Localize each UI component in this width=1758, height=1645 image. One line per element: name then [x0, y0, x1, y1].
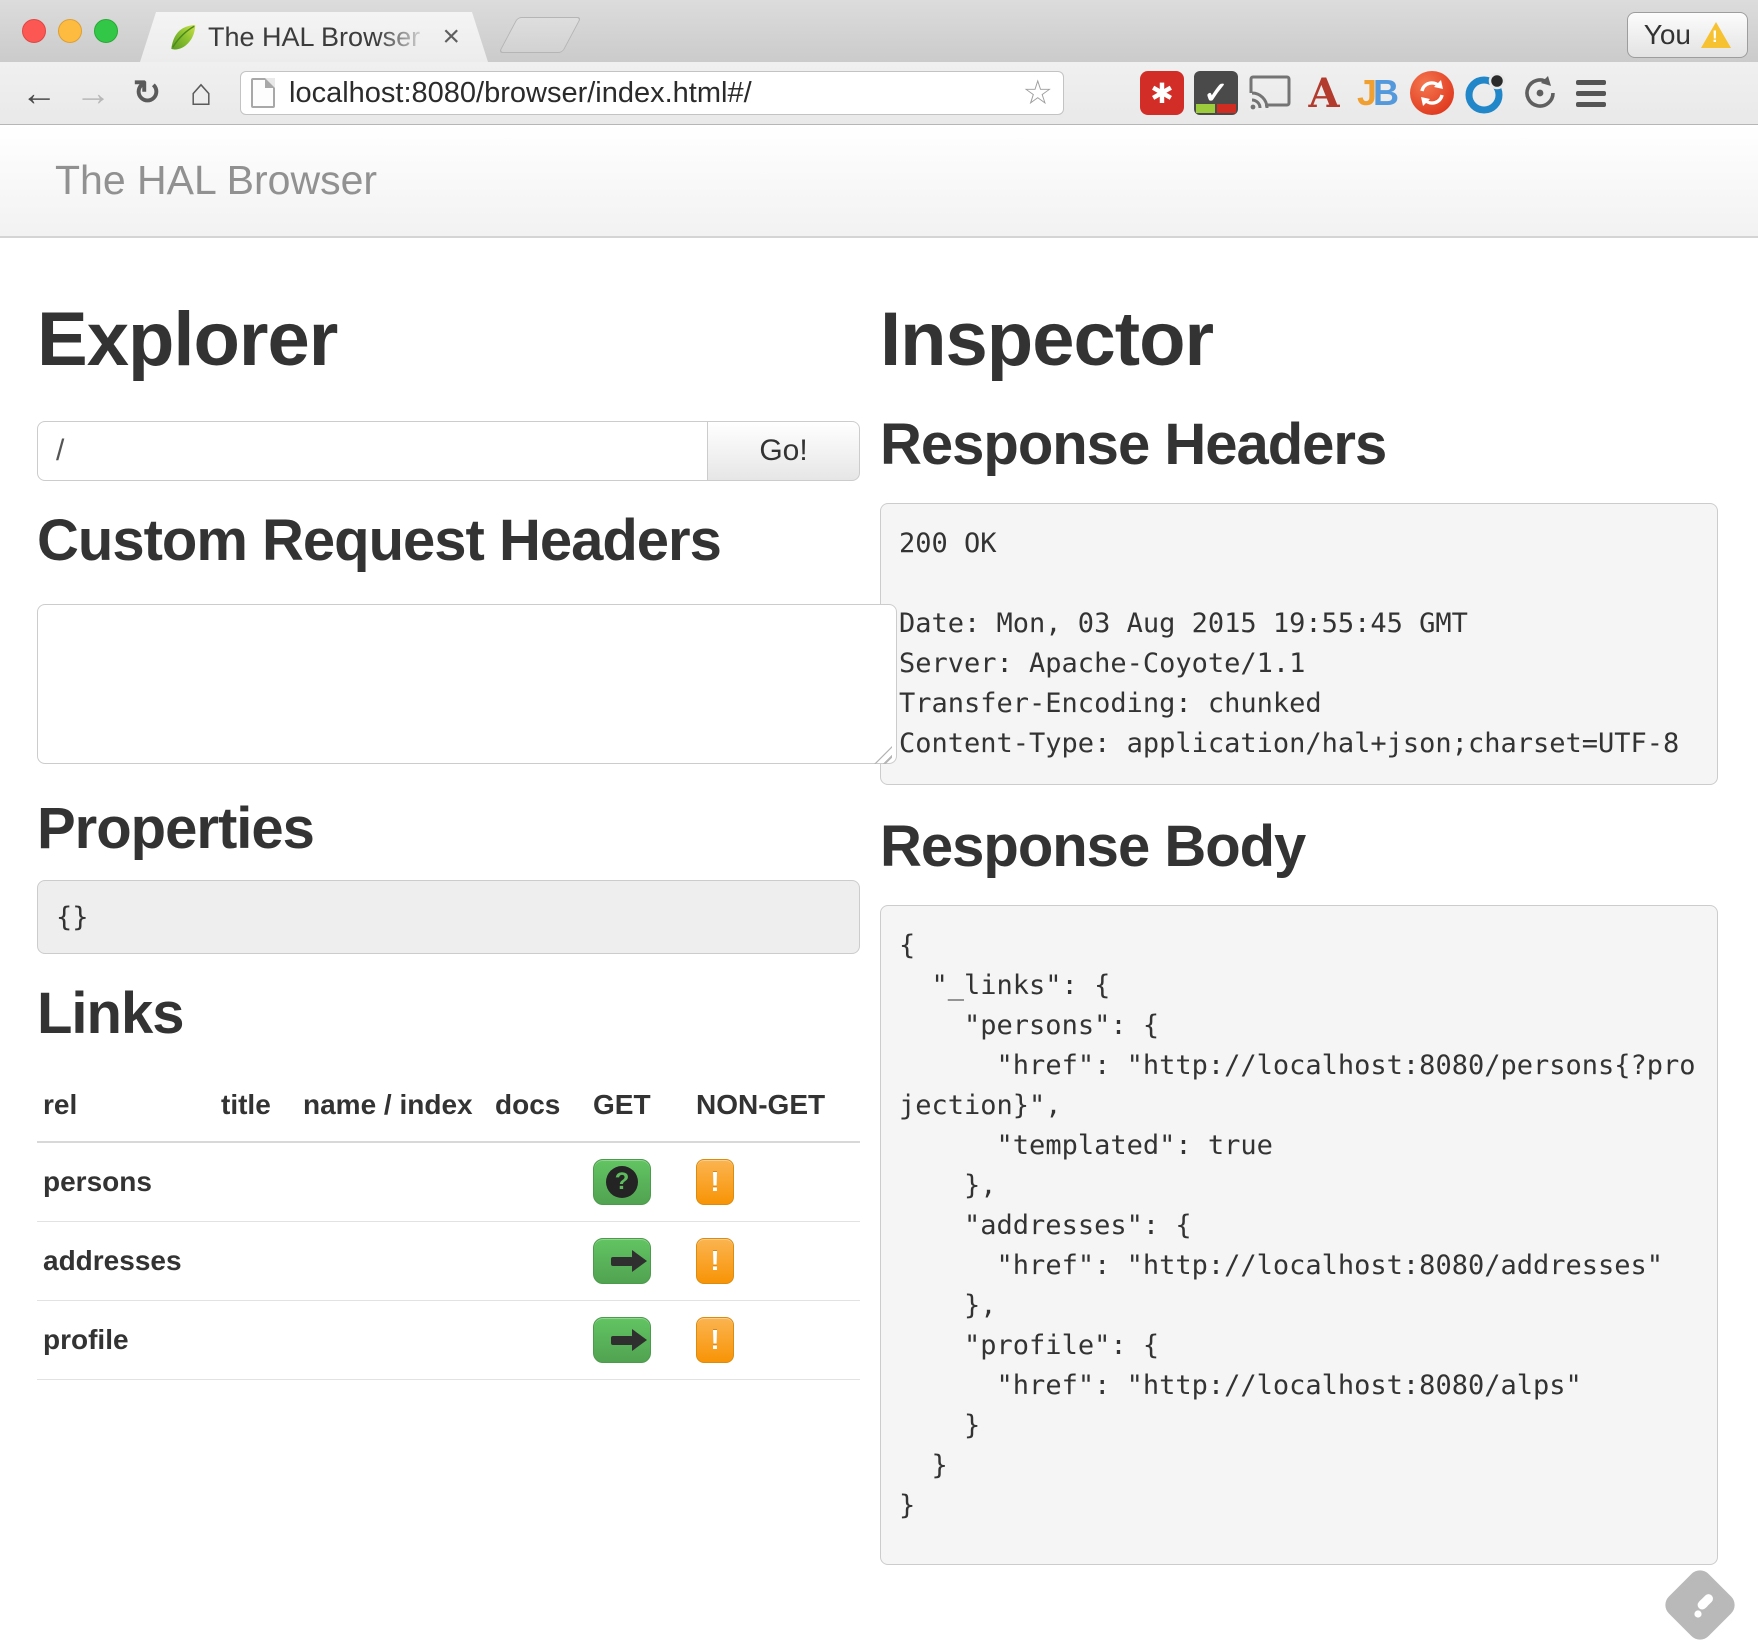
link-rel: persons	[43, 1166, 152, 1197]
column-header-title: title	[215, 1073, 297, 1142]
tab-strip: The HAL Browser (customiz × You	[0, 0, 1758, 62]
chromecast-extension-icon[interactable]	[1248, 71, 1292, 115]
properties-box: {}	[37, 880, 860, 954]
links-table: rel title name / index docs GET NON-GET …	[37, 1073, 860, 1380]
window-close-button[interactable]	[22, 19, 46, 43]
non-get-button[interactable]: !	[696, 1159, 734, 1205]
non-get-button[interactable]: !	[696, 1317, 734, 1363]
site-title: The HAL Browser	[55, 157, 377, 204]
column-header-rel: rel	[37, 1073, 215, 1142]
non-get-button[interactable]: !	[696, 1238, 734, 1284]
profile-button[interactable]: You	[1627, 12, 1748, 58]
get-button[interactable]	[593, 1238, 651, 1284]
url-text[interactable]: localhost:8080/browser/index.html#/	[289, 77, 1023, 110]
get-button[interactable]: ?	[593, 1159, 651, 1205]
question-icon: ?	[606, 1166, 638, 1198]
column-header-name-index: name / index	[297, 1073, 489, 1142]
custom-headers-wrap	[37, 574, 897, 769]
extension-row: ✱ ✓ A JB	[1140, 71, 1562, 115]
browser-toolbar: ← → ↻ ⌂ localhost:8080/browser/index.htm…	[0, 62, 1758, 125]
response-headers-box: 200 OK Date: Mon, 03 Aug 2015 19:55:45 G…	[880, 503, 1718, 785]
links-title: Links	[37, 980, 860, 1047]
inspector-title: Inspector	[880, 296, 1718, 383]
page-icon	[251, 78, 275, 108]
exclamation-icon: !	[710, 1324, 719, 1356]
back-button[interactable]: ←	[16, 70, 62, 116]
column-header-docs: docs	[489, 1073, 587, 1142]
home-button[interactable]: ⌂	[178, 70, 224, 116]
todo-check-extension-icon[interactable]: ✓	[1194, 71, 1238, 115]
new-tab-button[interactable]	[498, 17, 581, 53]
a-extension-icon[interactable]: A	[1302, 71, 1346, 115]
response-headers-title: Response Headers	[880, 411, 1718, 478]
explorer-panel: Explorer Go! Custom Request Headers Prop…	[37, 238, 860, 1565]
browser-tab[interactable]: The HAL Browser (customiz ×	[140, 12, 488, 62]
feedly-icon	[1683, 1588, 1717, 1622]
get-button[interactable]	[593, 1317, 651, 1363]
path-input-group: Go!	[37, 421, 860, 481]
forward-button[interactable]: →	[70, 70, 116, 116]
arrow-right-icon	[611, 1336, 633, 1345]
table-row: profile !	[37, 1301, 860, 1380]
column-header-get: GET	[587, 1073, 690, 1142]
custom-headers-textarea[interactable]	[37, 604, 897, 764]
table-row: persons ? !	[37, 1142, 860, 1222]
explorer-title: Explorer	[37, 296, 860, 383]
page: The HAL Browser Explorer Go! Custom Requ…	[0, 125, 1758, 1542]
properties-value: {}	[56, 902, 89, 933]
go-button[interactable]: Go!	[708, 421, 860, 481]
table-row: addresses !	[37, 1222, 860, 1301]
bookmark-star-icon[interactable]: ☆	[1023, 73, 1053, 113]
profile-label: You	[1644, 19, 1691, 51]
jb-extension-icon[interactable]: JB	[1356, 71, 1400, 115]
path-input[interactable]	[37, 421, 708, 481]
warning-icon	[1701, 22, 1731, 48]
response-body-box: { "_links": { "persons": { "href": "http…	[880, 905, 1718, 1565]
spring-leaf-favicon	[168, 22, 198, 52]
blue-circle-extension-icon[interactable]	[1464, 71, 1508, 115]
custom-request-headers-title: Custom Request Headers	[37, 507, 860, 574]
address-bar[interactable]: localhost:8080/browser/index.html#/ ☆	[240, 71, 1064, 115]
site-navbar: The HAL Browser	[0, 125, 1758, 238]
window-minimize-button[interactable]	[58, 19, 82, 43]
menu-button[interactable]	[1568, 70, 1614, 116]
exclamation-icon: !	[710, 1245, 719, 1277]
response-body-title: Response Body	[880, 813, 1718, 880]
lastpass-extension-icon[interactable]: ✱	[1140, 71, 1184, 115]
link-rel: addresses	[43, 1245, 182, 1276]
inspector-panel: Inspector Response Headers 200 OK Date: …	[880, 238, 1718, 1565]
window-zoom-button[interactable]	[94, 19, 118, 43]
properties-title: Properties	[37, 795, 860, 862]
sync-extension-icon[interactable]	[1410, 71, 1454, 115]
tab-title: The HAL Browser (customiz	[208, 22, 434, 53]
exclamation-icon: !	[710, 1166, 719, 1198]
link-rel: profile	[43, 1324, 129, 1355]
tab-close-icon[interactable]: ×	[442, 22, 460, 52]
arrow-right-icon	[611, 1257, 633, 1266]
feedly-badge[interactable]	[1660, 1565, 1739, 1644]
column-header-non-get: NON-GET	[690, 1073, 860, 1142]
history-sync-extension-icon[interactable]	[1518, 71, 1562, 115]
reload-button[interactable]: ↻	[124, 70, 170, 116]
links-header-row: rel title name / index docs GET NON-GET	[37, 1073, 860, 1142]
